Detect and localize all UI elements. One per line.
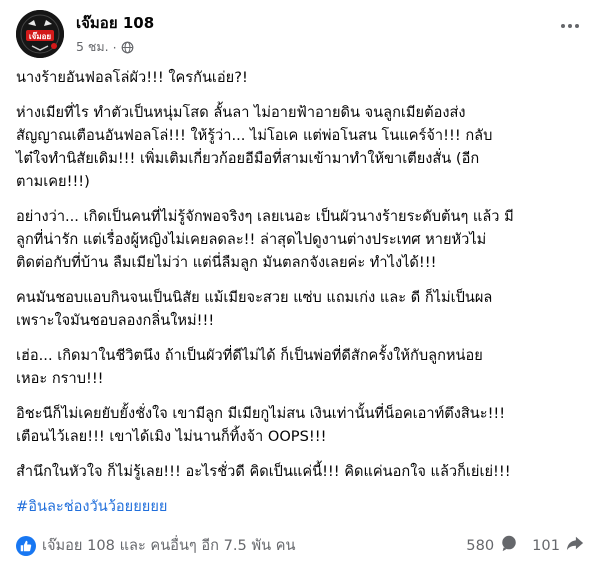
- paragraph-7: สำนึกในหัวใจ ก็ไม่รู้เลย!!! อะไรชั่วดี ค…: [16, 460, 588, 483]
- text-line: ตามเคย!!!): [16, 173, 90, 190]
- reactions-text: เจ๊มอย 108 และ คนอื่นๆ อีก 7.5 พัน คน: [42, 537, 296, 554]
- text-line: ไต๋ใจทำนิสัยเดิม!!! เพิ่มเติมเกี่ยวก้อยอ…: [16, 150, 480, 167]
- paragraph-3: อย่างว่า... เกิดเป็นคนที่ไม่รู้จักพอจริง…: [16, 205, 588, 274]
- text-line: ติดต่อกับที่บ้าน ลืมเมียไม่ว่า แต่นี่ลืม…: [16, 254, 437, 271]
- paragraph-1: นางร้ายอันฟอลโล่ผัว!!! ใครกันเอ่ย?!: [16, 66, 588, 89]
- post-time[interactable]: 5 ชม.: [76, 37, 109, 57]
- text-line: สำนึกในหัวใจ ก็ไม่รู้เลย!!! อะไรชั่วดี ค…: [16, 463, 511, 480]
- paragraph-2: ห่างเมียที่ไร ทำตัวเป็นหนุ่มโสด ลั้นลา ไ…: [16, 101, 588, 193]
- post-footer: เจ๊มอย 108 และ คนอื่นๆ อีก 7.5 พัน คน 58…: [16, 534, 584, 558]
- avatar-logo-text: เจ๊มอย: [29, 31, 52, 41]
- reactions-summary[interactable]: เจ๊มอย 108 และ คนอื่นๆ อีก 7.5 พัน คน: [16, 534, 295, 557]
- meta-separator: ·: [112, 39, 117, 55]
- text-line: นางร้ายอันฟอลโล่ผัว!!! ใครกันเอ่ย?!: [16, 69, 248, 86]
- post-meta: 5 ชม. ·: [76, 37, 134, 57]
- text-line: อย่างว่า... เกิดเป็นคนที่ไม่รู้จักพอจริง…: [16, 208, 514, 225]
- text-line: เหอะ กราบ!!!: [16, 370, 104, 387]
- paragraph-6: อิชะนีก็ไม่เคยยับยั้งชั่งใจ เขามีลูก มีเ…: [16, 402, 588, 448]
- text-line: เตือนไว้เลย!!! เขาได้เมิง ไม่นานก็ทิ้งจ้…: [16, 428, 327, 445]
- text-line: คนมันชอบแอบกินจนเป็นนิสัย แม้เมียจะสวย แ…: [16, 289, 493, 306]
- text-line: เฮ่อ... เกิดมาในชีวิตนึง ถ้าเป็นผัวที่ดี…: [16, 347, 483, 364]
- author-name[interactable]: เจ๊มอย 108: [76, 11, 154, 35]
- text-line: อิชะนีก็ไม่เคยยับยั้งชั่งใจ เขามีลูก มีเ…: [16, 405, 506, 422]
- share-icon: [566, 534, 584, 556]
- post-body: นางร้ายอันฟอลโล่ผัว!!! ใครกันเอ่ย?! ห่าง…: [16, 66, 588, 530]
- paragraph-5: เฮ่อ... เกิดมาในชีวิตนึง ถ้าเป็นผัวที่ดี…: [16, 344, 588, 390]
- globe-icon[interactable]: [121, 41, 134, 54]
- like-icon: [16, 535, 36, 556]
- text-line: เพราะใจมันชอบลองกลิ่นใหม่!!!: [16, 312, 215, 329]
- hashtag-line: #อินละช่องวันว้อยยยยย: [16, 495, 588, 518]
- share-count-value: 101: [532, 536, 560, 554]
- hashtag-link[interactable]: #อินละช่องวันว้อยยยยย: [16, 495, 588, 518]
- more-options-icon[interactable]: [556, 16, 584, 36]
- comment-count[interactable]: 580: [466, 534, 518, 556]
- text-line: ห่างเมียที่ไร ทำตัวเป็นหนุ่มโสด ลั้นลา ไ…: [16, 104, 466, 121]
- comment-count-value: 580: [466, 536, 495, 554]
- page-avatar-logo-icon: เจ๊มอย: [16, 10, 64, 58]
- comment-icon: [500, 534, 518, 556]
- text-line: ลูกที่น่ารัก แต่เรื่องผู้หญิงไม่เคยลดละ!…: [16, 231, 487, 248]
- share-count[interactable]: 101: [532, 534, 584, 556]
- post-header: เจ๊มอย เจ๊มอย 108 5 ชม. ·: [16, 10, 584, 58]
- text-line: สัญญาณเตือนอันฟอลโล่!!! ให้รู้ว่า... ไม่…: [16, 127, 493, 144]
- author-avatar[interactable]: เจ๊มอย: [16, 10, 64, 58]
- paragraph-4: คนมันชอบแอบกินจนเป็นนิสัย แม้เมียจะสวย แ…: [16, 286, 588, 332]
- engagement-counts: 580 101: [466, 534, 584, 556]
